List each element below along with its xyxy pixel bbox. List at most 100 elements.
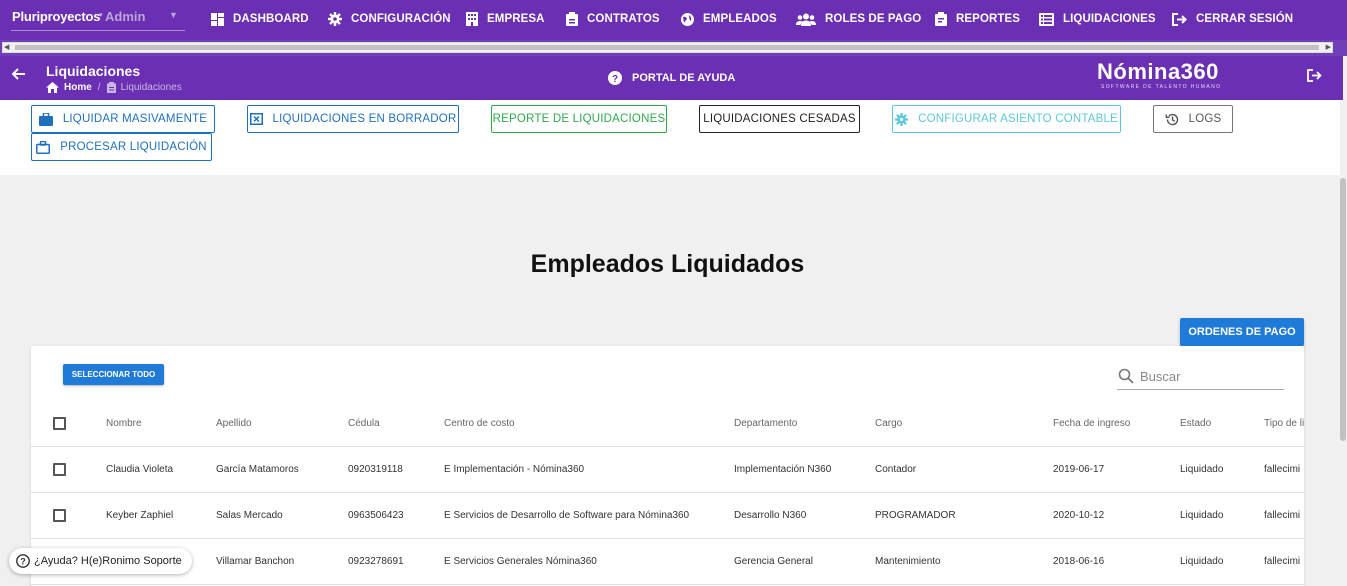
liquidaciones-cesadas-button[interactable]: LIQUIDACIONES CESADAS — [699, 105, 860, 133]
liquidar-masivamente-label: LIQUIDAR MASIVAMENTE — [62, 113, 208, 125]
nav-contratos-label: CONTRATOS — [587, 13, 660, 25]
building-icon — [466, 12, 478, 26]
gear-icon — [895, 112, 909, 126]
column-header-departamento[interactable]: Departamento — [734, 401, 869, 446]
nav-roles-de-pago[interactable]: ROLES DE PAGO — [796, 0, 921, 38]
cell-departamento: Gerencia General — [734, 556, 813, 567]
nav-cerrar-sesion-label: CERRAR SESIÓN — [1196, 13, 1294, 25]
cell-fecha-de-ingreso: 2019-06-17 — [1053, 464, 1105, 475]
help-portal-label: PORTAL DE AYUDA — [632, 72, 736, 84]
sign-out-icon — [1172, 12, 1187, 26]
table-row[interactable]: Keyber Zaphiel Salas Mercado 0963506423 … — [31, 493, 1304, 539]
scroll-right-icon[interactable]: ▶ — [1326, 43, 1331, 52]
company-dropdown-icon: ▾ — [99, 12, 103, 19]
clipboard-icon — [566, 12, 578, 26]
table-header: Nombre Apellido Cédula Centro de costo D… — [31, 401, 1304, 447]
liquidaciones-borrador-button[interactable]: LIQUIDACIONES EN BORRADOR — [247, 105, 459, 133]
nav-reportes[interactable]: REPORTES — [935, 0, 1020, 38]
vertical-scrollbar-thumb[interactable] — [1340, 178, 1346, 441]
nav-liquidaciones-label: LIQUIDACIONES — [1063, 13, 1156, 25]
history-icon — [1164, 113, 1178, 125]
search-field[interactable] — [1117, 363, 1284, 390]
cell-nombre: Keyber Zaphiel — [106, 510, 174, 521]
nav-roles-de-pago-label: ROLES DE PAGO — [825, 13, 922, 25]
breadcrumb: Home / Liquidaciones — [46, 82, 182, 93]
reporte-liquidaciones-button[interactable]: REPORTE DE LIQUIDACIONES — [491, 105, 667, 133]
logs-label: LOGS — [1188, 113, 1222, 125]
row-checkbox[interactable] — [53, 509, 66, 522]
nav-reportes-label: REPORTES — [956, 13, 1021, 25]
company-selector[interactable]: Pluriproyectos ▾ Admin ▼ — [11, 6, 185, 31]
select-all-button[interactable]: SELECCIONAR TODO — [63, 364, 164, 385]
logo-tagline: SOFTWARE DE TALENTO HUMANO — [1101, 84, 1222, 90]
cell-estado: Liquidado — [1180, 464, 1224, 475]
gear-icon — [328, 12, 342, 26]
column-header-cedula[interactable]: Cédula — [348, 401, 438, 446]
help-portal-link[interactable]: ? PORTAL DE AYUDA — [608, 71, 735, 85]
table-row[interactable]: Claudia Violeta García Matamoros 0920319… — [31, 447, 1304, 493]
horizontal-scrollbar[interactable]: ◀ ▶ — [2, 42, 1333, 53]
action-toolbar: LIQUIDAR MASIVAMENTE LIQUIDACIONES EN BO… — [0, 100, 1340, 175]
sign-out-icon[interactable] — [1307, 69, 1322, 82]
top-navbar: Pluriproyectos ▾ Admin ▼ DASHBOARD CONFI… — [0, 0, 1347, 40]
liquidaciones-cesadas-label: LIQUIDACIONES CESADAS — [703, 113, 856, 125]
row-checkbox[interactable] — [53, 463, 66, 476]
nav-liquidaciones[interactable]: LIQUIDACIONES — [1039, 0, 1156, 38]
cell-departamento: Desarrollo N360 — [734, 510, 807, 521]
users-icon — [796, 13, 816, 26]
cell-centro-de-costo: E Servicios de Desarrollo de Software pa… — [444, 510, 690, 521]
column-header-tipo[interactable]: Tipo de li — [1264, 401, 1304, 446]
procesar-liquidacion-button[interactable]: PROCESAR LIQUIDACIÓN — [31, 133, 212, 161]
cell-cedula: 0963506423 — [348, 510, 404, 521]
cell-cedula: 0923278691 — [348, 556, 404, 567]
user-role: Admin — [105, 9, 146, 24]
column-header-estado[interactable]: Estado — [1180, 401, 1260, 446]
nav-dashboard[interactable]: DASHBOARD — [211, 0, 309, 38]
horizontal-scrollbar-thumb[interactable] — [15, 45, 1319, 50]
nav-contratos[interactable]: CONTRATOS — [566, 0, 660, 38]
cell-apellido: Salas Mercado — [216, 510, 283, 521]
procesar-liquidacion-label: PROCESAR LIQUIDACIÓN — [60, 141, 207, 153]
nav-empresa[interactable]: EMPRESA — [466, 0, 545, 38]
reporte-liquidaciones-label: REPORTE DE LIQUIDACIONES — [492, 113, 666, 125]
employees-table-card: SELECCIONAR TODO Nombre Apellido Cédula … — [31, 346, 1304, 586]
logs-button[interactable]: LOGS — [1153, 105, 1233, 133]
home-icon — [46, 82, 59, 93]
vertical-scrollbar[interactable] — [1339, 175, 1347, 586]
table-row[interactable]: Villamar Banchon 0923278691 E Servicios … — [31, 539, 1304, 585]
cell-estado: Liquidado — [1180, 556, 1224, 567]
liquidaciones-borrador-label: LIQUIDACIONES EN BORRADOR — [272, 113, 457, 125]
column-header-apellido[interactable]: Apellido — [216, 401, 341, 446]
nav-configuracion-label: CONFIGURACIÓN — [351, 13, 451, 25]
cell-apellido: Villamar Banchon — [216, 556, 295, 567]
breadcrumb-home[interactable]: Home — [64, 82, 92, 93]
chevron-down-icon[interactable]: ▼ — [169, 10, 178, 20]
horizontal-scrollbar-area: ◀ ▶ — [0, 40, 1347, 56]
support-chat-button[interactable]: ? ¿Ayuda? H(e)Ronimo Soporte — [9, 548, 192, 574]
nav-empleados-label: EMPLEADOS — [703, 13, 777, 25]
scroll-left-icon[interactable]: ◀ — [4, 43, 9, 52]
nav-configuracion[interactable]: CONFIGURACIÓN — [328, 0, 451, 38]
cell-tipo: fallecimi — [1264, 556, 1301, 567]
question-circle-icon: ? — [16, 554, 30, 568]
back-arrow-icon[interactable] — [12, 68, 26, 80]
nav-dashboard-label: DASHBOARD — [233, 13, 309, 25]
page-header: Liquidaciones Home / Liquidaciones ? POR… — [0, 56, 1343, 100]
breadcrumb-separator: / — [97, 82, 101, 93]
company-name: Pluriproyectos — [12, 9, 101, 24]
configurar-asiento-button[interactable]: CONFIGURAR ASIENTO CONTABLE — [892, 105, 1121, 133]
select-all-checkbox[interactable] — [53, 417, 66, 430]
logo-text: Nómina360 — [1097, 59, 1219, 84]
search-input[interactable] — [1140, 368, 1280, 384]
liquidar-masivamente-button[interactable]: LIQUIDAR MASIVAMENTE — [31, 105, 215, 133]
nav-empleados[interactable]: EMPLEADOS — [681, 0, 777, 38]
column-header-cargo[interactable]: Cargo — [875, 401, 1045, 446]
configurar-asiento-label: CONFIGURAR ASIENTO CONTABLE — [918, 113, 1118, 125]
column-header-fecha-de-ingreso[interactable]: Fecha de ingreso — [1053, 401, 1173, 446]
nav-cerrar-sesion[interactable]: CERRAR SESIÓN — [1172, 0, 1293, 38]
column-header-centro-de-costo[interactable]: Centro de costo — [444, 401, 729, 446]
support-chat-label: ¿Ayuda? H(e)Ronimo Soporte — [34, 555, 182, 567]
ordenes-de-pago-button[interactable]: ORDENES DE PAGO — [1180, 318, 1304, 346]
column-header-nombre[interactable]: Nombre — [106, 401, 206, 446]
globe-icon — [681, 12, 694, 26]
